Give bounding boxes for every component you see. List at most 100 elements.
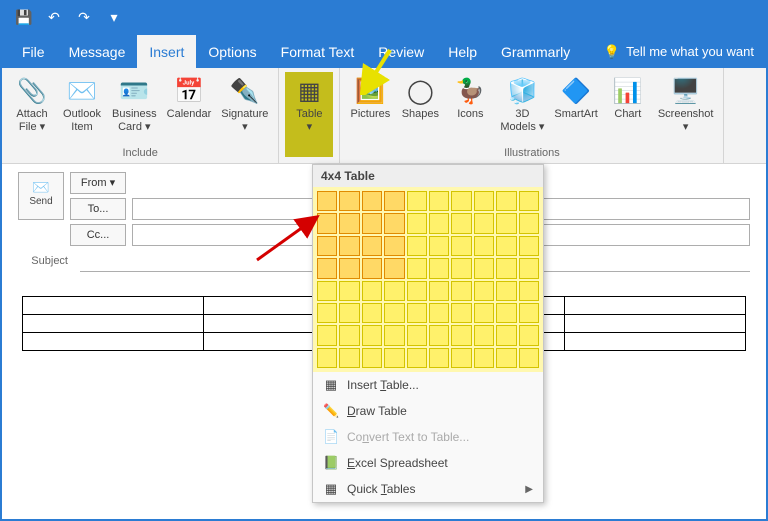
send-button[interactable]: ✉️ Send	[18, 172, 64, 220]
grid-cell[interactable]	[474, 348, 494, 368]
grid-cell[interactable]	[451, 281, 471, 301]
grid-cell[interactable]	[384, 213, 404, 233]
tab-file[interactable]: File	[10, 35, 57, 68]
grid-cell[interactable]	[317, 191, 337, 211]
menu-draw-table[interactable]: ✏️Draw Table	[313, 398, 543, 424]
grid-cell[interactable]	[451, 191, 471, 211]
grid-cell[interactable]	[362, 325, 382, 345]
grid-cell[interactable]	[339, 303, 359, 323]
grid-cell[interactable]	[407, 213, 427, 233]
grid-cell[interactable]	[519, 325, 539, 345]
grid-cell[interactable]	[384, 258, 404, 278]
icons-button[interactable]: 🦆Icons	[446, 72, 494, 145]
grid-cell[interactable]	[496, 303, 516, 323]
grid-cell[interactable]	[474, 325, 494, 345]
grid-cell[interactable]	[384, 236, 404, 256]
grid-cell[interactable]	[496, 258, 516, 278]
grid-cell[interactable]	[519, 213, 539, 233]
grid-cell[interactable]	[519, 258, 539, 278]
grid-cell[interactable]	[362, 213, 382, 233]
table-button[interactable]: ▦Table▾	[285, 72, 333, 157]
grid-cell[interactable]	[451, 213, 471, 233]
grid-cell[interactable]	[519, 236, 539, 256]
3d-button[interactable]: 🧊3DModels ▾	[496, 72, 548, 145]
tab-options[interactable]: Options	[196, 35, 268, 68]
grid-cell[interactable]	[339, 236, 359, 256]
grid-cell[interactable]	[384, 325, 404, 345]
qat-more-button[interactable]: ▾	[100, 6, 128, 30]
redo-button[interactable]: ↷	[70, 6, 98, 30]
grid-cell[interactable]	[407, 348, 427, 368]
grid-cell[interactable]	[339, 191, 359, 211]
screenshot-button[interactable]: 🖥️Screenshot▾	[654, 72, 718, 145]
grid-cell[interactable]	[429, 258, 449, 278]
grid-cell[interactable]	[317, 281, 337, 301]
business-button[interactable]: 🪪BusinessCard ▾	[108, 72, 161, 145]
grid-cell[interactable]	[429, 281, 449, 301]
grid-cell[interactable]	[474, 236, 494, 256]
grid-cell[interactable]	[339, 258, 359, 278]
grid-cell[interactable]	[451, 348, 471, 368]
menu-excel-spreadsheet[interactable]: 📗Excel Spreadsheet	[313, 450, 543, 476]
grid-cell[interactable]	[429, 213, 449, 233]
grid-cell[interactable]	[384, 303, 404, 323]
chart-button[interactable]: 📊Chart	[604, 72, 652, 145]
grid-cell[interactable]	[362, 236, 382, 256]
grid-cell[interactable]	[317, 213, 337, 233]
table-grid-picker[interactable]	[313, 187, 543, 372]
grid-cell[interactable]	[407, 236, 427, 256]
undo-button[interactable]: ↶	[40, 6, 68, 30]
grid-cell[interactable]	[474, 258, 494, 278]
grid-cell[interactable]	[339, 281, 359, 301]
grid-cell[interactable]	[474, 213, 494, 233]
grid-cell[interactable]	[362, 348, 382, 368]
grid-cell[interactable]	[362, 258, 382, 278]
grid-cell[interactable]	[519, 303, 539, 323]
grid-cell[interactable]	[429, 236, 449, 256]
grid-cell[interactable]	[451, 325, 471, 345]
grid-cell[interactable]	[317, 236, 337, 256]
grid-cell[interactable]	[317, 258, 337, 278]
grid-cell[interactable]	[339, 325, 359, 345]
menu-quick-tables[interactable]: ▦Quick Tables▶	[313, 476, 543, 502]
grid-cell[interactable]	[451, 236, 471, 256]
grid-cell[interactable]	[362, 191, 382, 211]
grid-cell[interactable]	[451, 303, 471, 323]
grid-cell[interactable]	[429, 348, 449, 368]
grid-cell[interactable]	[407, 191, 427, 211]
calendar-button[interactable]: 📅Calendar	[163, 72, 216, 145]
tab-message[interactable]: Message	[57, 35, 138, 68]
cc-button[interactable]: Cc...	[70, 224, 126, 246]
grid-cell[interactable]	[496, 348, 516, 368]
grid-cell[interactable]	[317, 325, 337, 345]
grid-cell[interactable]	[519, 191, 539, 211]
grid-cell[interactable]	[496, 281, 516, 301]
grid-cell[interactable]	[317, 348, 337, 368]
grid-cell[interactable]	[407, 281, 427, 301]
grid-cell[interactable]	[384, 348, 404, 368]
pictures-button[interactable]: 🖼️Pictures	[346, 72, 394, 145]
grid-cell[interactable]	[429, 191, 449, 211]
grid-cell[interactable]	[317, 303, 337, 323]
grid-cell[interactable]	[362, 303, 382, 323]
grid-cell[interactable]	[407, 303, 427, 323]
signature-button[interactable]: ✒️Signature▾	[217, 72, 272, 145]
attach-button[interactable]: 📎AttachFile ▾	[8, 72, 56, 145]
to-button[interactable]: To...	[70, 198, 126, 220]
grid-cell[interactable]	[496, 325, 516, 345]
grid-cell[interactable]	[474, 303, 494, 323]
shapes-button[interactable]: ◯Shapes	[396, 72, 444, 145]
grid-cell[interactable]	[519, 281, 539, 301]
grid-cell[interactable]	[339, 348, 359, 368]
smartart-button[interactable]: 🔷SmartArt	[550, 72, 601, 145]
grid-cell[interactable]	[474, 281, 494, 301]
grid-cell[interactable]	[496, 191, 516, 211]
outlook-button[interactable]: ✉️OutlookItem	[58, 72, 106, 145]
grid-cell[interactable]	[496, 213, 516, 233]
grid-cell[interactable]	[474, 191, 494, 211]
grid-cell[interactable]	[429, 325, 449, 345]
tab-format-text[interactable]: Format Text	[269, 35, 367, 68]
tab-insert[interactable]: Insert	[137, 35, 196, 68]
tab-review[interactable]: Review	[366, 35, 436, 68]
grid-cell[interactable]	[384, 281, 404, 301]
